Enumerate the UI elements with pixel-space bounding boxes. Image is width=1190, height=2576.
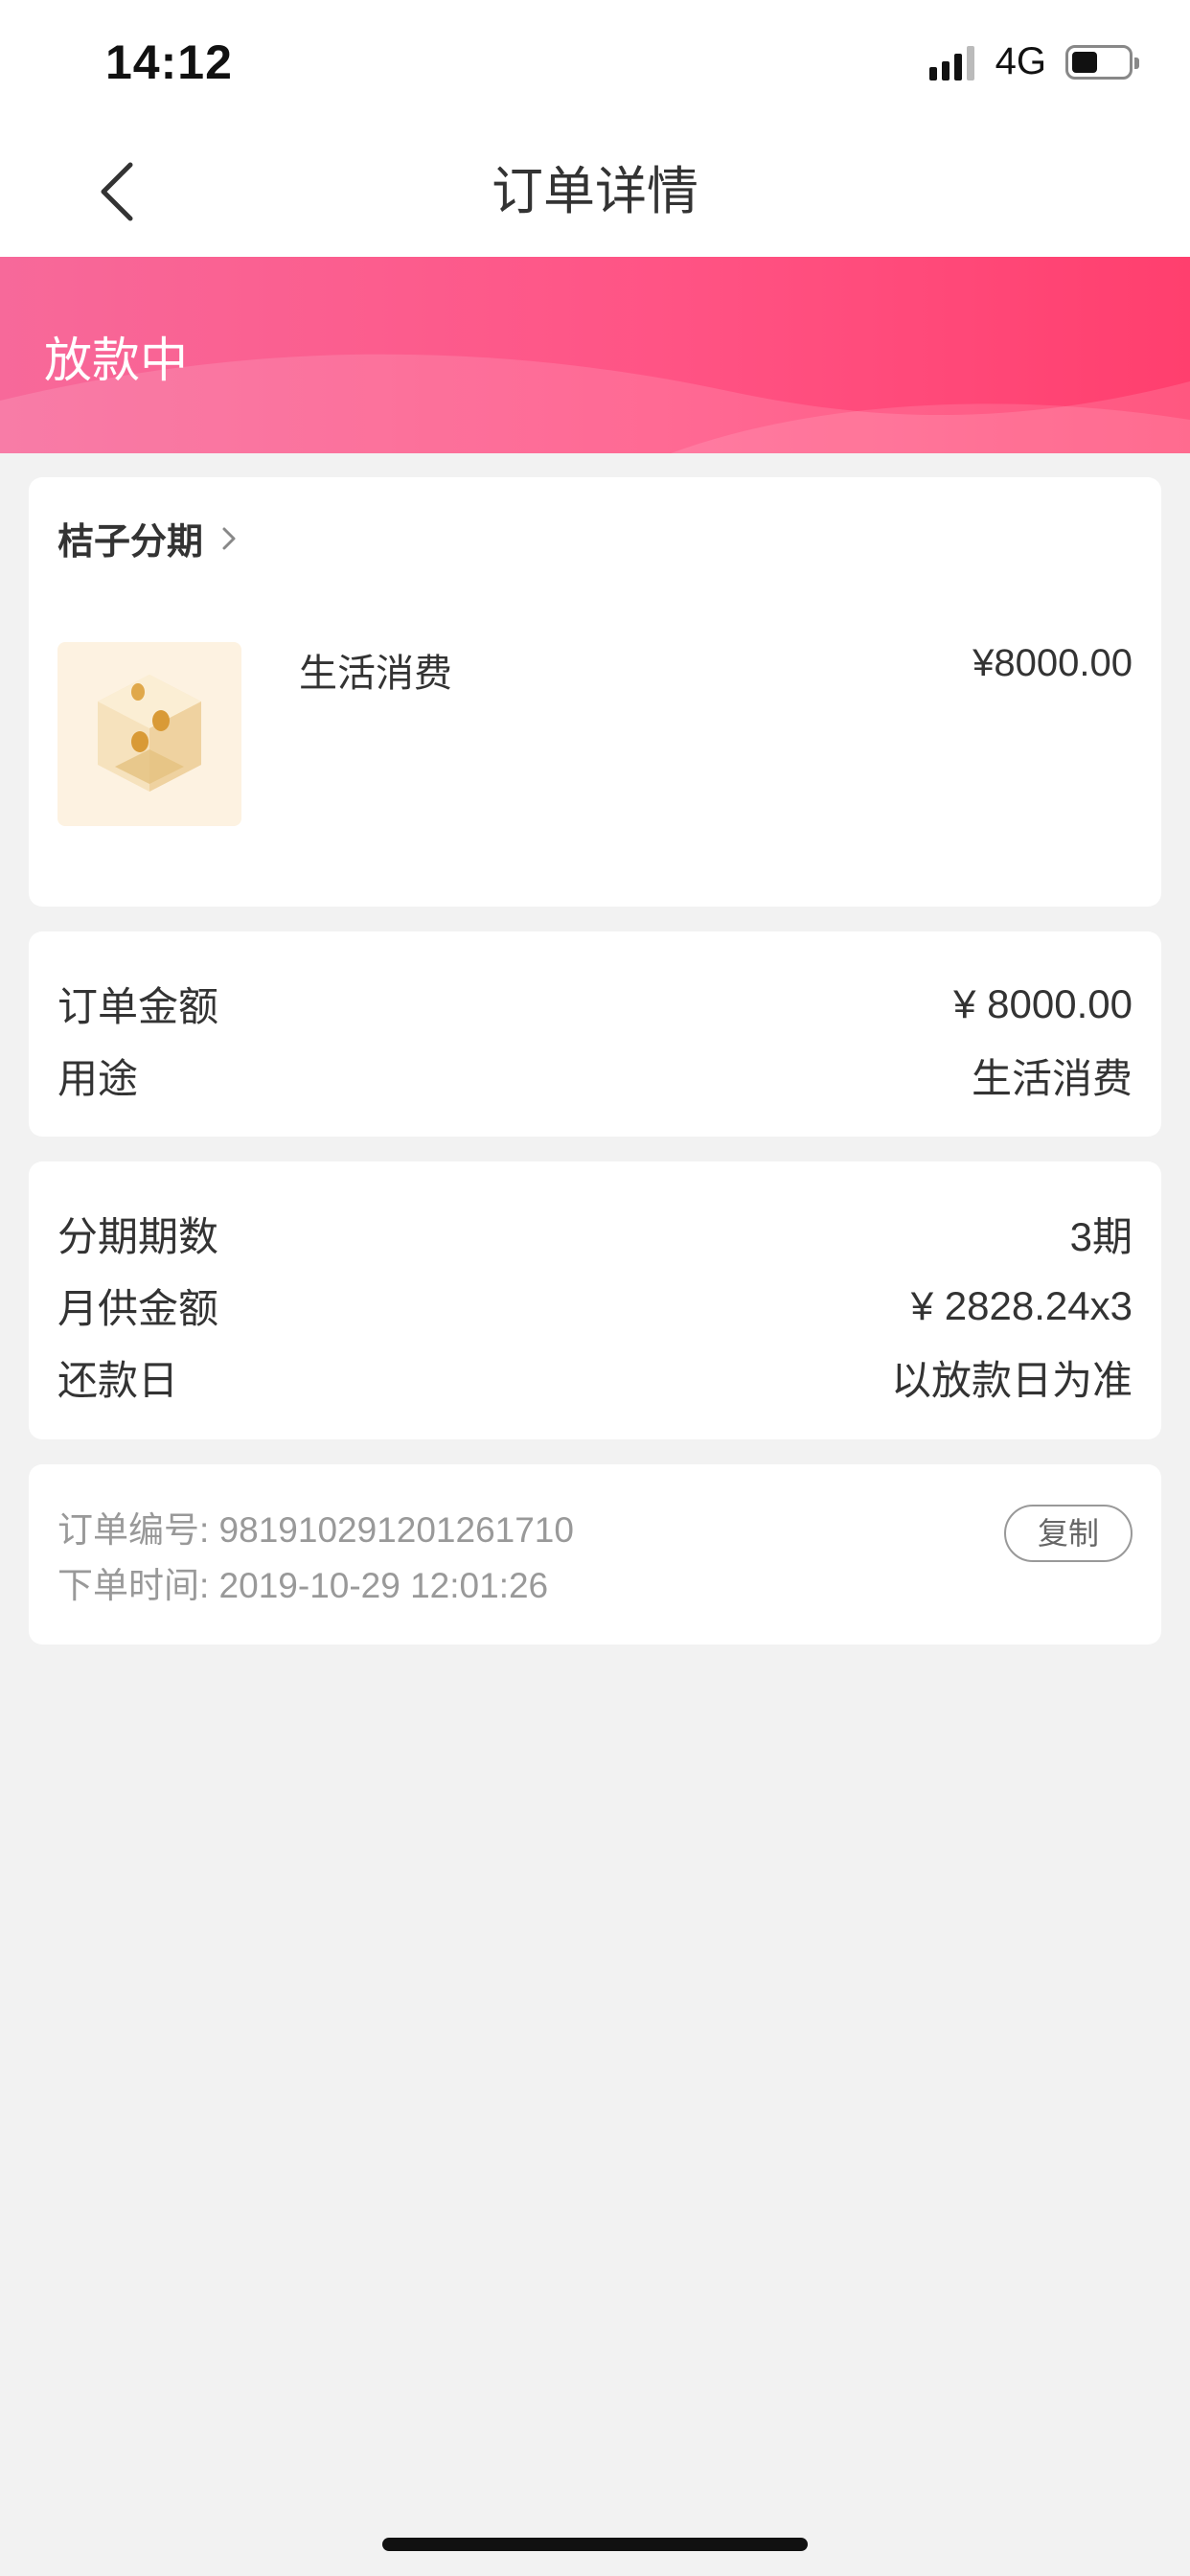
status-indicators: 4G bbox=[928, 40, 1139, 83]
order-info-card: 订单编号: 981910291201261710 下单时间: 2019-10-2… bbox=[29, 1464, 1161, 1644]
row-label: 月供金额 bbox=[57, 1286, 219, 1331]
row-label: 订单金额 bbox=[57, 984, 219, 1029]
merchant-link[interactable]: 桔子分期 bbox=[57, 512, 240, 564]
amount-card: 订单金额 ¥ 8000.00 用途 生活消费 bbox=[29, 932, 1161, 1137]
network-label: 4G bbox=[995, 40, 1046, 82]
order-time: 下单时间: 2019-10-29 12:01:26 bbox=[57, 1566, 549, 1605]
product-coins-icon bbox=[98, 675, 201, 792]
status-bar: 14:12 4G bbox=[0, 0, 1190, 126]
copy-button[interactable]: 复制 bbox=[1004, 1505, 1133, 1562]
monthly-payment-row: 月供金额 ¥ 2828.24x3 bbox=[57, 1270, 1133, 1342]
status-banner: 放款中 bbox=[0, 257, 1190, 453]
repayment-day-row: 还款日 以放款日为准 bbox=[57, 1342, 1133, 1414]
installment-card: 分期期数 3期 月供金额 ¥ 2828.24x3 还款日 以放款日为准 bbox=[29, 1162, 1161, 1439]
row-label: 还款日 bbox=[57, 1358, 179, 1403]
home-indicator bbox=[382, 2538, 808, 2551]
row-value: ¥ 8000.00 bbox=[953, 980, 1133, 1026]
status-time: 14:12 bbox=[105, 35, 233, 89]
row-label: 分期期数 bbox=[57, 1214, 219, 1259]
battery-icon bbox=[1065, 44, 1139, 80]
row-value: ¥ 2828.24x3 bbox=[910, 1282, 1133, 1328]
page-title: 订单详情 bbox=[492, 163, 698, 220]
order-status-text: 放款中 bbox=[44, 334, 188, 387]
installment-periods-row: 分期期数 3期 bbox=[57, 1198, 1133, 1270]
product-image bbox=[57, 642, 241, 826]
product-name: 生活消费 bbox=[299, 653, 452, 695]
row-label: 用途 bbox=[57, 1056, 139, 1101]
product-price: ¥8000.00 bbox=[973, 642, 1133, 684]
chevron-right-icon bbox=[222, 527, 236, 549]
order-amount-row: 订单金额 ¥ 8000.00 bbox=[57, 968, 1133, 1040]
row-value: 以放款日为准 bbox=[890, 1358, 1133, 1403]
order-number: 订单编号: 981910291201261710 bbox=[57, 1510, 574, 1550]
purpose-row: 用途 生活消费 bbox=[57, 1040, 1133, 1112]
signal-icon bbox=[928, 44, 974, 80]
merchant-name: 桔子分期 bbox=[57, 522, 204, 563]
product-card: 桔子分期 生活消费 ¥8000.00 bbox=[29, 477, 1161, 907]
row-value: 3期 bbox=[1069, 1214, 1133, 1259]
row-value: 生活消费 bbox=[971, 1056, 1133, 1101]
nav-bar: 订单详情 bbox=[0, 126, 1190, 257]
